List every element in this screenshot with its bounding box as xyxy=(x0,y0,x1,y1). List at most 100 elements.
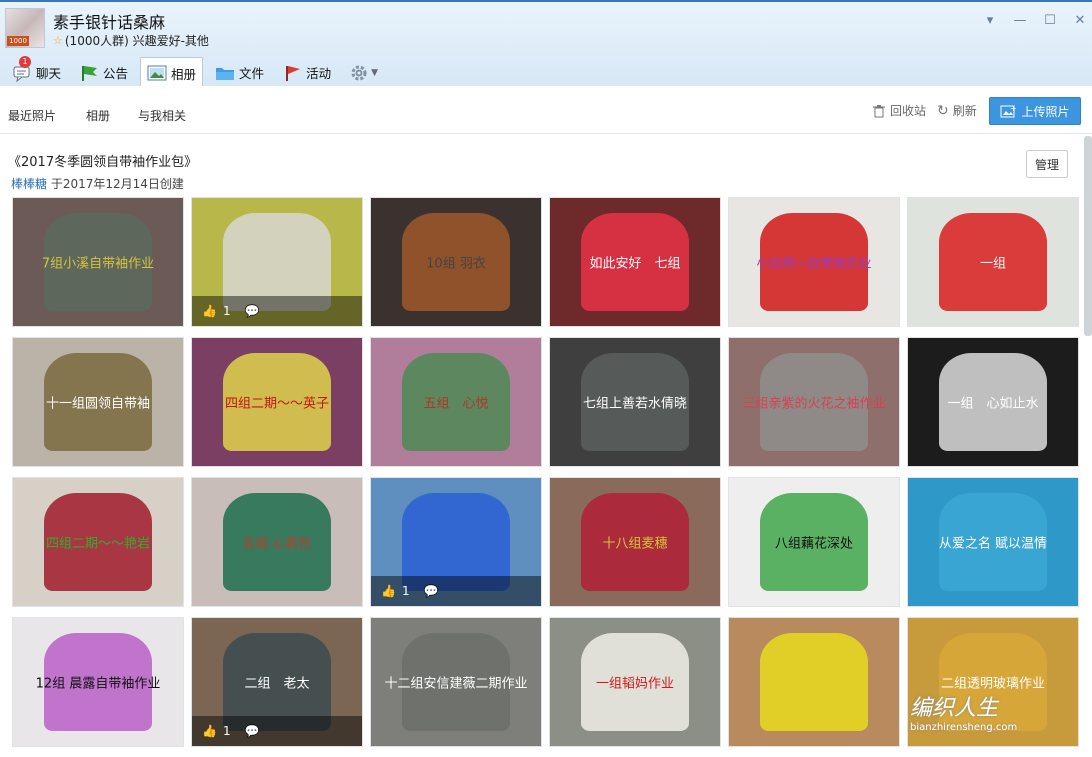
photo-caption: 7组小溪自带袖作业 xyxy=(41,256,155,272)
photo-thumbnail[interactable]: 一组韬妈作业 xyxy=(549,617,721,747)
album-title: 《2017冬季圆领自带袖作业包》 xyxy=(8,155,198,170)
photo-thumbnail[interactable]: 十一组圆领自带袖 xyxy=(12,337,184,467)
photo-thumbnail[interactable]: 👍 1 💬 xyxy=(191,197,363,327)
watermark-logo: 编织人生 bianzhirensheng.com xyxy=(910,690,1017,733)
album-author[interactable]: 棒棒糖 xyxy=(11,177,47,191)
photo-caption: 五组 心悦 xyxy=(423,396,489,412)
photo-thumbnail[interactable]: 小白杨~自带袖作业 xyxy=(728,197,900,327)
album-meta: 棒棒糖 于2017年12月14日创建 xyxy=(11,175,184,192)
photo-thumbnail[interactable]: 十八组麦穗 xyxy=(549,477,721,607)
photo-thumbnail[interactable]: 二组 老太 👍 1 💬 xyxy=(191,617,363,747)
photo-thumbnail[interactable]: 八组藕花深处 xyxy=(728,477,900,607)
photo-stats-bar: 👍 1 💬 xyxy=(192,296,362,326)
tab-album[interactable]: 相册 xyxy=(140,57,204,88)
photo-thumbnail[interactable]: 十二组安信建薇二期作业 xyxy=(370,617,542,747)
photo-thumbnail[interactable]: 一组 xyxy=(907,197,1079,327)
tab-announcement[interactable]: 公告 xyxy=(73,57,134,88)
photo-stats-bar: 👍 1 💬 xyxy=(371,576,541,606)
minimize-icon[interactable]: — xyxy=(1005,11,1035,29)
photo-thumbnail[interactable]: 10组 羽衣 xyxy=(370,197,542,327)
photo-caption: 八组藕花深处 xyxy=(774,536,853,552)
photo-caption: 二组 老太 xyxy=(244,676,310,692)
like-count: 1 xyxy=(222,724,231,738)
photo-thumbnail[interactable]: 7组小溪自带袖作业 xyxy=(12,197,184,327)
photo-caption: 如此安好 七组 xyxy=(589,256,681,272)
maximize-icon[interactable]: ☐ xyxy=(1035,11,1065,29)
like-count: 1 xyxy=(222,304,231,318)
dropdown-icon[interactable]: ▾ xyxy=(975,11,1005,29)
photo-caption: 10组 羽衣 xyxy=(426,256,486,272)
star-icon: ☆ xyxy=(53,34,63,47)
photo-thumbnail[interactable]: 一组 心如止水 xyxy=(907,337,1079,467)
flag-icon xyxy=(79,64,99,82)
photo-thumbnail[interactable]: 从爱之名 赋以温情 xyxy=(907,477,1079,607)
photo-caption: 从爱之名 赋以温情 xyxy=(938,536,1048,552)
photo-stats-bar: 👍 1 💬 xyxy=(192,716,362,746)
chevron-down-icon: ▼ xyxy=(371,67,378,78)
gear-icon xyxy=(349,64,369,82)
tab-chat-label: 聊天 xyxy=(36,66,62,81)
trash-icon xyxy=(873,104,885,117)
refresh-icon: ↻ xyxy=(937,102,949,119)
photo-caption: 七组上善若水倩晓 xyxy=(582,396,687,412)
watermark-url: bianzhirensheng.com xyxy=(910,722,1018,733)
photo-thumbnail[interactable]: 👍 1 💬 xyxy=(370,477,542,607)
photo-thumbnail[interactable]: 四组二期～～艳岩 xyxy=(12,477,184,607)
photo-caption: 三组亲紫的火花之袖作业 xyxy=(742,396,886,412)
activity-flag-icon xyxy=(282,64,302,82)
comment-icon[interactable]: 💬 xyxy=(245,724,260,738)
settings-menu[interactable]: ▼ xyxy=(343,57,384,88)
scrollbar[interactable] xyxy=(1084,136,1092,336)
upload-photo-label: 上传照片 xyxy=(1021,104,1070,119)
folder-icon xyxy=(215,64,235,82)
photo-caption: 一组 心如止水 xyxy=(947,396,1039,412)
photo-caption: 12组 晨露自带袖作业 xyxy=(35,676,161,692)
tab-activity[interactable]: 活动 xyxy=(276,57,337,88)
nav-recent-photos[interactable]: 最近照片 xyxy=(8,107,56,124)
level-badge: 1000 xyxy=(7,36,29,46)
nav-related[interactable]: 与我相关 xyxy=(138,107,186,124)
photo-caption: 十二组安信建薇二期作业 xyxy=(384,676,528,692)
album-subnav: 最近照片 相册 与我相关 回收站 ↻ 刷新 xyxy=(0,86,1092,134)
recycle-bin-button[interactable]: 回收站 xyxy=(872,102,926,119)
thumbs-up-icon[interactable]: 👍 xyxy=(202,304,217,318)
photo-caption: 一组韬妈作业 xyxy=(595,676,674,692)
photo-icon xyxy=(147,64,167,82)
refresh-label: 刷新 xyxy=(952,104,977,118)
recycle-bin-label: 回收站 xyxy=(890,104,927,118)
photo-thumbnail[interactable]: 四组二期～～英子 xyxy=(191,337,363,467)
photo-caption: 五组 心若在 xyxy=(242,536,312,552)
group-avatar[interactable]: 1000 xyxy=(5,8,45,48)
thumbs-up-icon[interactable]: 👍 xyxy=(202,724,217,738)
title-bar: 1000 素手银针话桑麻 ☆ (1000人群) 兴趣爱好-其他 ▾ — ☐ ✕ … xyxy=(0,0,1092,88)
photo-thumbnail[interactable]: 五组 心若在 xyxy=(191,477,363,607)
upload-photo-icon: + xyxy=(1000,104,1016,118)
tab-files[interactable]: 文件 xyxy=(209,57,270,88)
photo-thumbnail[interactable] xyxy=(728,617,900,747)
photo-caption: 小白杨~自带袖作业 xyxy=(756,256,872,272)
tab-chat[interactable]: 聊天 xyxy=(6,57,67,88)
photo-thumbnail[interactable]: 七组上善若水倩晓 xyxy=(549,337,721,467)
tab-files-label: 文件 xyxy=(239,66,265,81)
svg-text:+: + xyxy=(1010,104,1016,113)
photo-caption: 十八组麦穗 xyxy=(602,536,668,552)
photo-thumbnail[interactable]: 五组 心悦 xyxy=(370,337,542,467)
nav-albums[interactable]: 相册 xyxy=(86,107,110,124)
manage-button[interactable]: 管理 xyxy=(1026,150,1068,178)
comment-icon[interactable]: 💬 xyxy=(424,584,439,598)
photo-caption: 十一组圆领自带袖 xyxy=(45,396,150,412)
group-tabs: 聊天 公告 相册 文件 活动 ▼ xyxy=(0,55,390,88)
photo-thumbnail[interactable]: 12组 晨露自带袖作业 xyxy=(12,617,184,747)
unread-badge: 1 xyxy=(19,56,31,68)
thumbs-up-icon[interactable]: 👍 xyxy=(381,584,396,598)
group-name[interactable]: 素手银针话桑麻 xyxy=(53,9,165,33)
upload-photo-button[interactable]: + 上传照片 xyxy=(989,97,1081,125)
photo-thumbnail[interactable]: 三组亲紫的火花之袖作业 xyxy=(728,337,900,467)
close-icon[interactable]: ✕ xyxy=(1065,11,1092,29)
comment-icon[interactable]: 💬 xyxy=(245,304,260,318)
group-info: ☆ (1000人群) 兴趣爱好-其他 xyxy=(53,32,209,49)
group-info-text: (1000人群) 兴趣爱好-其他 xyxy=(64,34,209,48)
tab-announcement-label: 公告 xyxy=(103,66,129,81)
photo-thumbnail[interactable]: 如此安好 七组 xyxy=(549,197,721,327)
refresh-button[interactable]: ↻ 刷新 xyxy=(937,102,977,119)
